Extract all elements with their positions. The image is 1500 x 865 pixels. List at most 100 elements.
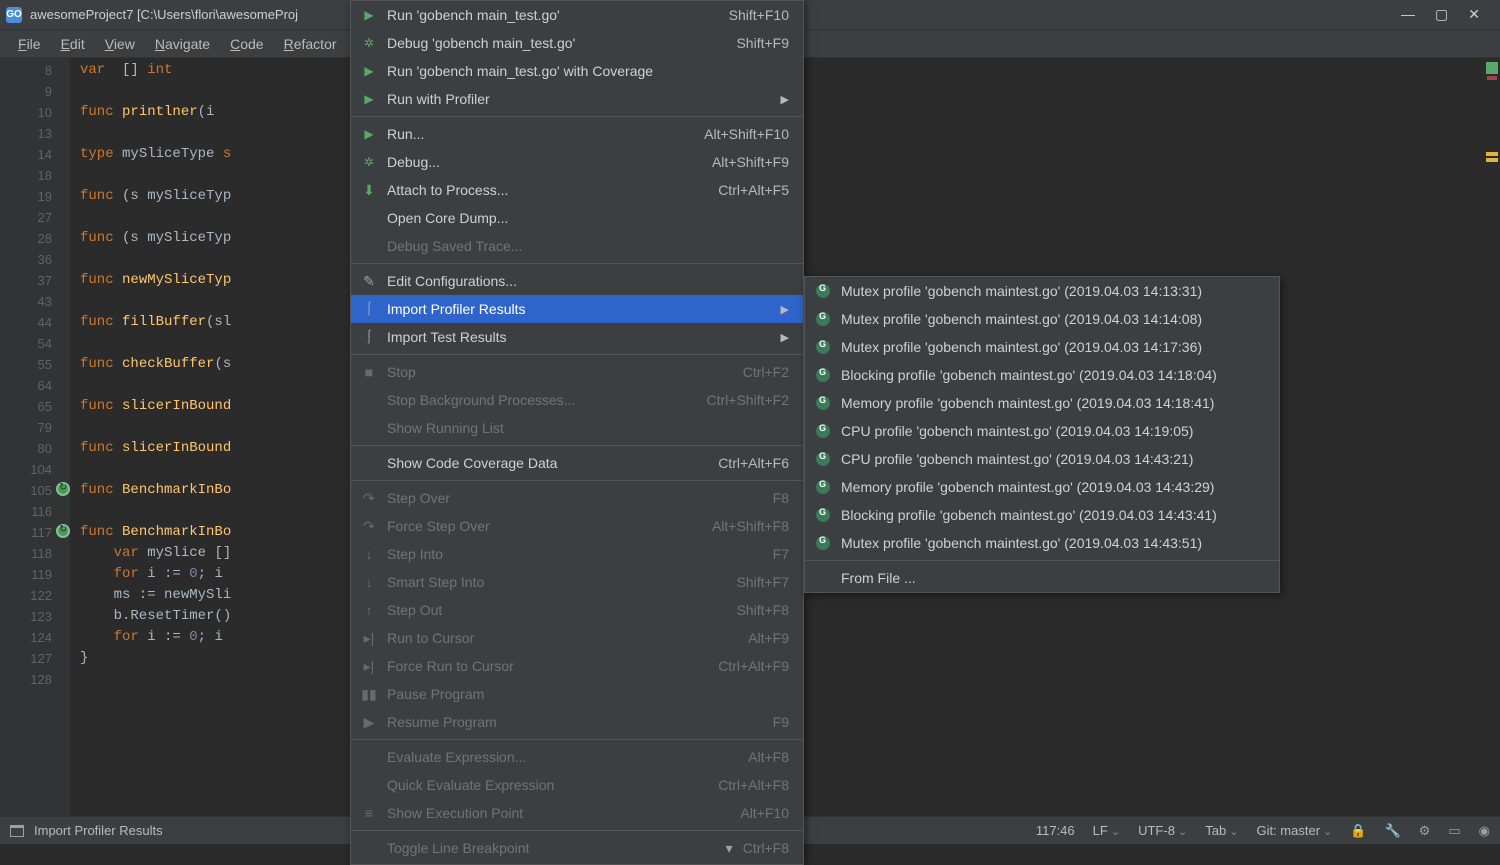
indent-setting[interactable]: Tab: [1205, 823, 1238, 838]
run-menu-item-11[interactable]: ✎Edit Configurations...: [351, 267, 803, 295]
go-profile-icon: [816, 396, 830, 410]
run-menu-item-6[interactable]: ✲Debug...Alt+Shift+F9: [351, 148, 803, 176]
menu-item-label: Show Execution Point: [387, 805, 730, 821]
profiler-result-item[interactable]: Blocking profile 'gobench maintest.go' (…: [805, 361, 1279, 389]
profiler-result-item[interactable]: Mutex profile 'gobench maintest.go' (201…: [805, 277, 1279, 305]
run-menu-item-1[interactable]: ✲Debug 'gobench main_test.go'Shift+F9: [351, 29, 803, 57]
run-menu-popup: ▶Run 'gobench main_test.go'Shift+F10✲Deb…: [350, 0, 804, 865]
line-separator[interactable]: LF: [1093, 823, 1120, 838]
pause-icon: ▮▮: [361, 686, 377, 702]
file-encoding[interactable]: UTF-8: [1138, 823, 1187, 838]
profiler-result-item[interactable]: Memory profile 'gobench maintest.go' (20…: [805, 389, 1279, 417]
menu-file[interactable]: File: [8, 32, 51, 56]
profiler-result-label: Blocking profile 'gobench maintest.go' (…: [841, 507, 1217, 523]
profiler-result-label: CPU profile 'gobench maintest.go' (2019.…: [841, 423, 1193, 439]
run-menu-item-9: Debug Saved Trace...: [351, 232, 803, 260]
menu-item-label: Run with Profiler: [387, 91, 763, 107]
git-branch[interactable]: Git: master: [1256, 823, 1332, 838]
run-menu-item-7[interactable]: ⬇Attach to Process...Ctrl+Alt+F5: [351, 176, 803, 204]
import-profiler-results[interactable]: ⎰Import Profiler Results▶: [351, 295, 803, 323]
line-number: 64: [0, 375, 52, 396]
blank-icon: [361, 210, 377, 226]
menu-item-label: Smart Step Into: [387, 574, 726, 590]
run-menu-item-26: ▸|Run to CursorAlt+F9: [351, 624, 803, 652]
run-menu-item-31: Evaluate Expression...Alt+F8: [351, 743, 803, 771]
line-number: 27: [0, 207, 52, 228]
run-menu-item-0[interactable]: ▶Run 'gobench main_test.go'Shift+F10: [351, 1, 803, 29]
menu-item-shortcut: Alt+Shift+F10: [704, 126, 789, 142]
run-menu-item-22: ↷Force Step OverAlt+Shift+F8: [351, 512, 803, 540]
notifications-icon[interactable]: ◉: [1479, 823, 1490, 839]
line-number: 127: [0, 648, 52, 669]
run-menu-item-21: ↷Step OverF8: [351, 484, 803, 512]
run-menu-item-5[interactable]: ▶Run...Alt+Shift+F10: [351, 120, 803, 148]
run-menu-item-33: ≡Show Execution PointAlt+F10: [351, 799, 803, 827]
profiler-result-item[interactable]: Mutex profile 'gobench maintest.go' (201…: [805, 333, 1279, 361]
menu-refactor[interactable]: Refactor: [274, 32, 347, 56]
line-number: 124: [0, 627, 52, 648]
menu-code[interactable]: Code: [220, 32, 273, 56]
run-menu-item-3[interactable]: ▶Run with Profiler▶: [351, 85, 803, 113]
menu-item-label: Import Test Results: [387, 329, 763, 345]
run-test-gutter-icon[interactable]: [56, 482, 70, 496]
from-file-item[interactable]: From File ...: [805, 564, 1279, 592]
lock-icon[interactable]: 🔒: [1350, 823, 1366, 839]
submenu-arrow-icon: ▶: [781, 303, 789, 316]
menu-navigate[interactable]: Navigate: [145, 32, 220, 56]
menu-item-shortcut: Shift+F9: [736, 35, 789, 51]
go-profile-icon: [816, 424, 830, 438]
run-cov-icon: ▶: [361, 63, 377, 79]
run-menu-item-13[interactable]: ⎰Import Test Results▶: [351, 323, 803, 351]
profiler-result-item[interactable]: CPU profile 'gobench maintest.go' (2019.…: [805, 417, 1279, 445]
line-number: 43: [0, 291, 52, 312]
profiler-result-item[interactable]: CPU profile 'gobench maintest.go' (2019.…: [805, 445, 1279, 473]
menu-item-label: Debug Saved Trace...: [387, 238, 789, 254]
resume-icon: ▶: [361, 714, 377, 730]
run-icon: ▶: [361, 7, 377, 23]
profiler-result-label: Memory profile 'gobench maintest.go' (20…: [841, 395, 1214, 411]
line-number: 10: [0, 102, 52, 123]
close-icon[interactable]: ✕: [1468, 6, 1480, 23]
line-number: 13: [0, 123, 52, 144]
run-menu-item-2[interactable]: ▶Run 'gobench main_test.go' with Coverag…: [351, 57, 803, 85]
go-profile-icon: [816, 284, 830, 298]
caret-position[interactable]: 117:46: [1036, 823, 1075, 838]
attach-icon: ⬇: [361, 182, 377, 198]
maximize-icon[interactable]: ▢: [1435, 6, 1448, 23]
menu-item-label: Toggle Line Breakpoint: [387, 840, 706, 856]
profiler-result-item[interactable]: Blocking profile 'gobench maintest.go' (…: [805, 501, 1279, 529]
tool-window-icon[interactable]: [10, 825, 24, 837]
go-profile-icon: [816, 508, 830, 522]
profiler-result-label: Blocking profile 'gobench maintest.go' (…: [841, 367, 1217, 383]
menu-item-label: Run...: [387, 126, 694, 142]
go-profile-icon: [816, 452, 830, 466]
run-icon: ▶: [361, 91, 377, 107]
memory-icon[interactable]: ▭: [1448, 823, 1460, 839]
menu-edit[interactable]: Edit: [51, 32, 95, 56]
editor-scrollbar[interactable]: [1486, 62, 1498, 162]
minimize-icon[interactable]: —: [1401, 6, 1415, 23]
menu-item-label: Debug...: [387, 154, 702, 170]
line-number: 118: [0, 543, 52, 564]
profiler-result-item[interactable]: Memory profile 'gobench maintest.go' (20…: [805, 473, 1279, 501]
line-number: 37: [0, 270, 52, 291]
run-menu-item-19[interactable]: Show Code Coverage DataCtrl+Alt+F6: [351, 449, 803, 477]
run-test-gutter-icon[interactable]: [56, 524, 70, 538]
run-menu-item-8[interactable]: Open Core Dump...: [351, 204, 803, 232]
line-number: 116: [0, 501, 52, 522]
wrench-icon[interactable]: 🔧: [1385, 823, 1401, 839]
go-profile-icon: [816, 368, 830, 382]
profiler-result-item[interactable]: Mutex profile 'gobench maintest.go' (201…: [805, 305, 1279, 333]
profiler-result-label: Memory profile 'gobench maintest.go' (20…: [841, 479, 1214, 495]
run-menu-item-28: ▮▮Pause Program: [351, 680, 803, 708]
profiler-result-label: CPU profile 'gobench maintest.go' (2019.…: [841, 451, 1193, 467]
menu-view[interactable]: View: [95, 32, 145, 56]
profiler-result-item[interactable]: Mutex profile 'gobench maintest.go' (201…: [805, 529, 1279, 557]
menu-item-label: Resume Program: [387, 714, 763, 730]
menu-item-label: Attach to Process...: [387, 182, 708, 198]
gear-icon[interactable]: ⚙: [1419, 823, 1431, 839]
blank-icon: [361, 238, 377, 254]
menu-item-label: Run to Cursor: [387, 630, 738, 646]
scroll-marker-warning: [1486, 158, 1498, 162]
step-out-icon: ↑: [361, 602, 377, 618]
